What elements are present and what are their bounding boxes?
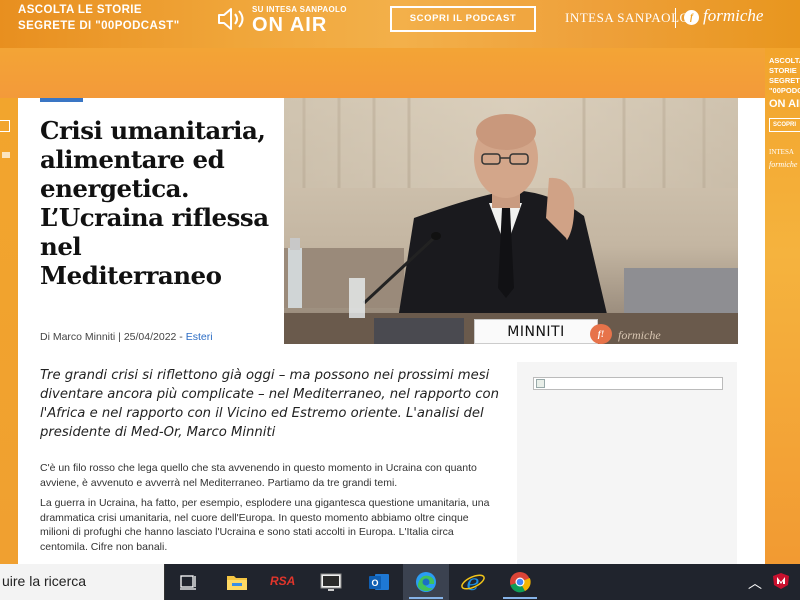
photo-watermark-icon: f! [590,324,612,344]
article-hero-photo: MINNITI f! formiche [284,98,738,344]
logo-divider [675,8,676,28]
category-accent-bar [40,98,83,102]
mcafee-icon[interactable] [771,571,791,591]
left-ad-button-fragment [0,120,10,132]
category-link[interactable]: Esteri [186,331,213,343]
edge-icon[interactable] [413,569,439,595]
onair-title: ON AIR [252,14,328,36]
speaker-icon [218,8,244,30]
taskbar-search-placeholder: uire la ricerca [2,573,87,589]
article-byline: Di Marco Minniti | 25/04/2022 - Esteri [40,331,213,343]
right-ad-button[interactable]: SCOPRI [769,118,800,132]
nameplate-text: MINNITI [507,324,565,340]
taskbar-search-box[interactable]: uire la ricerca [0,564,165,600]
formiche-logo: formiche [703,6,764,25]
formiche-logo-icon: f [684,10,699,25]
ie-letter: e [466,571,479,595]
sidebar-ad-slot [517,362,737,564]
display-app-icon[interactable] [318,569,344,595]
scopri-podcast-button[interactable]: SCOPRI IL PODCAST [390,6,536,32]
photo-watermark: formiche [618,328,661,342]
windows-taskbar: uire la ricerca RSA O e ︿ [0,564,800,600]
tray-chevron-up-icon[interactable]: ︿ [748,573,762,593]
broken-image-icon [536,379,545,388]
chrome-icon[interactable] [507,569,533,595]
right-side-ad[interactable]: ASCOLTA LE STORIE SEGRETE DI "00PODCAST"… [765,48,800,564]
article-lead: Tre grandi crisi si riflettono già oggi … [40,368,499,440]
outlook-letter: O [371,578,378,588]
rsa-icon[interactable]: RSA [270,574,295,588]
right-ad-intesa-logo: INTESA [769,148,794,156]
left-ad-logo-fragment [2,152,10,158]
outlook-icon[interactable]: O [366,569,392,595]
edge-active-indicator [409,597,443,599]
right-ad-text: ASCOLTA LE STORIE SEGRETE DI "00PODCAST" [769,56,800,95]
article-title: Crisi umanitaria, alimentare ed energeti… [40,116,269,290]
banner-headline: ASCOLTA LE STORIE SEGRETE DI "00PODCAST" [18,2,180,34]
internet-explorer-icon[interactable]: e [460,569,486,595]
byline-author-date: Di Marco Minniti | 25/04/2022 - [40,331,183,343]
left-side-ad[interactable] [0,98,18,564]
article-paragraph-1: C'è un filo rosso che lega quello che st… [40,462,477,489]
top-ad-banner[interactable]: ASCOLTA LE STORIE SEGRETE DI "00PODCAST"… [0,0,800,98]
right-ad-onair: ON AIR [769,98,800,110]
hero-photo-illustration [284,98,738,344]
nameplate: MINNITI [474,319,598,344]
onair-caption: SU INTESA SANPAOLO [252,5,347,14]
banner-line-1: ASCOLTA LE STORIE [18,4,142,16]
right-ad-formiche-logo: formiche [769,160,798,169]
task-view-icon[interactable] [176,569,202,595]
intesa-sanpaolo-logo: INTESA SANPAOLO [565,10,690,25]
file-explorer-icon[interactable] [224,569,250,595]
banner-line-2: SEGRETE DI "00PODCAST" [18,20,180,32]
chrome-active-indicator [503,597,537,599]
sidebar-broken-image[interactable] [533,377,723,390]
article-paragraph-2: La guerra in Ucraina, ha fatto, per esem… [40,497,490,553]
